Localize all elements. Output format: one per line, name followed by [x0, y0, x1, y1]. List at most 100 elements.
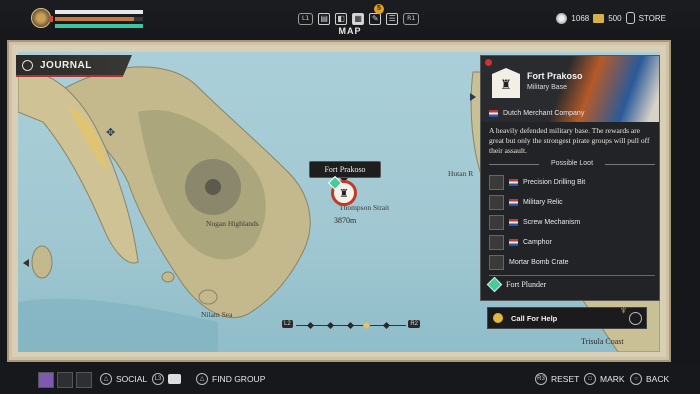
store-button[interactable]: STORE — [639, 14, 666, 23]
layer-next-button[interactable]: R2 — [408, 320, 420, 328]
square-button-icon: □ — [584, 373, 596, 385]
location-description: A heavily defended military base. The re… — [489, 126, 650, 155]
silver-coin-icon — [556, 12, 568, 24]
panel-header: ♜ Fort Prakoso Military Base Dutch Merch… — [481, 56, 659, 122]
screw-icon — [489, 214, 504, 230]
tab-prev-button[interactable]: L1 — [298, 13, 314, 25]
gold-amount: 500 — [608, 13, 622, 23]
location-title: Fort Prakoso — [527, 71, 583, 81]
distance-readout: 3870m — [334, 216, 357, 225]
tab-inventory-icon[interactable]: ▤ — [318, 13, 331, 25]
drill-bit-icon — [489, 174, 504, 190]
location-info-panel: ♜ Fort Prakoso Military Base Dutch Merch… — [480, 55, 660, 301]
pin-icon[interactable] — [485, 59, 492, 66]
slider-step[interactable] — [326, 321, 335, 330]
chat-button[interactable]: L3 — [152, 373, 181, 385]
plunder-row: Fort Plunder — [486, 276, 547, 293]
reset-label: RESET — [551, 374, 580, 384]
health-bar-fill — [55, 10, 143, 14]
social-label: SOCIAL — [116, 374, 148, 384]
page-title: MAP — [338, 26, 362, 36]
loot-name: Military Relic — [523, 198, 563, 206]
dutch-flag-icon — [489, 110, 498, 117]
tab-map-icon[interactable]: ▦ — [352, 13, 365, 25]
journal-icon — [22, 60, 33, 71]
social-button[interactable]: △ SOCIAL — [100, 373, 147, 385]
relic-icon — [489, 194, 504, 210]
faction-name: Dutch Merchant Company — [503, 110, 585, 117]
map-label-nilam-sea: Nilam Sea — [201, 310, 233, 319]
silver-amount: 1068 — [571, 13, 590, 23]
stamina-bar-fill — [55, 17, 135, 21]
reset-button[interactable]: R3 RESET — [535, 373, 579, 385]
military-base-icon: ♜ — [492, 68, 520, 98]
map-layer-slider[interactable]: L2 R2 — [282, 320, 420, 332]
divider — [489, 275, 655, 276]
empty-party-slot[interactable] — [57, 372, 73, 388]
back-button[interactable]: ○ BACK — [630, 373, 669, 385]
fort-tooltip: Fort Prakoso — [309, 161, 381, 182]
stamina-bar — [49, 16, 143, 22]
map-label-trisula-coast: Trisula Coast — [581, 337, 624, 346]
layer-prev-button[interactable]: L2 — [282, 320, 293, 328]
player-avatar — [38, 372, 54, 388]
find-group-button[interactable]: △ FIND GROUP — [196, 373, 265, 385]
loot-item[interactable]: Military Relic — [489, 192, 655, 212]
l3-button-icon: L3 — [152, 373, 164, 385]
confirm-button-icon[interactable] — [629, 312, 642, 325]
triangle-button-icon: △ — [196, 373, 208, 385]
loot-item[interactable]: Camphor — [489, 232, 655, 252]
circle-button-icon: ○ — [630, 373, 642, 385]
stamina-marker — [49, 16, 53, 22]
call-for-help-label: Call For Help — [511, 314, 558, 323]
loot-item[interactable]: Mortar Bomb Crate — [489, 252, 655, 272]
dutch-flag-icon — [509, 218, 518, 226]
islet-south — [198, 289, 218, 305]
journal-tab[interactable]: JOURNAL — [16, 55, 132, 77]
health-bar — [55, 10, 143, 14]
fort-icon: ♜ — [339, 188, 349, 200]
tab-codex-icon[interactable]: ☰ — [386, 13, 399, 25]
location-type: Military Base — [527, 84, 568, 91]
faction-row: Dutch Merchant Company — [489, 110, 584, 117]
gold-bar-icon — [593, 13, 605, 23]
find-group-label: FIND GROUP — [212, 374, 266, 384]
flare-icon — [493, 313, 503, 323]
map-label-hutan: Hutan R — [448, 169, 474, 178]
slider-step[interactable] — [382, 321, 391, 330]
loot-list: Precision Drilling Bit Military Relic Sc… — [489, 172, 655, 272]
mark-label: MARK — [600, 374, 625, 384]
store-icon — [625, 12, 635, 24]
slider-step-active[interactable] — [362, 321, 371, 330]
currency-display: 1068 500 STORE — [556, 12, 666, 24]
tab-next-button[interactable]: R1 — [403, 13, 420, 25]
camphor-icon — [489, 234, 504, 250]
party-slots — [38, 372, 92, 388]
plunder-icon — [486, 276, 503, 293]
journal-label: JOURNAL — [40, 60, 92, 71]
loot-name: Camphor — [523, 238, 552, 246]
deep-water — [18, 298, 218, 352]
crate-icon — [489, 254, 504, 270]
islet-west — [31, 245, 53, 279]
loot-item[interactable]: Screw Mechanism — [489, 212, 655, 232]
compass-marker-icon[interactable]: ✥ — [106, 126, 115, 139]
tab-contracts-icon[interactable]: ✎ — [369, 13, 382, 25]
triangle-button-icon: △ — [100, 373, 112, 385]
dutch-flag-icon — [509, 198, 518, 206]
empty-party-slot[interactable] — [76, 372, 92, 388]
loot-item[interactable]: Precision Drilling Bit — [489, 172, 655, 192]
notification-badge: 5 — [374, 4, 384, 14]
slider-step[interactable] — [346, 321, 355, 330]
mark-button[interactable]: □ MARK — [584, 373, 625, 385]
dutch-flag-icon — [509, 178, 518, 186]
plunder-label: Fort Plunder — [506, 280, 547, 289]
loot-name: Screw Mechanism — [523, 218, 581, 226]
chat-icon — [168, 374, 181, 384]
slider-step[interactable] — [306, 321, 315, 330]
bottom-hud: △ SOCIAL L3 △ FIND GROUP R3 RESET □ MARK… — [0, 364, 700, 394]
r3-button-icon: R3 — [535, 373, 547, 385]
top-hud: L1 ▤ ◧ ▦ ✎ ☰ 5 R1 MAP 1068 500 STORE — [0, 0, 700, 40]
tab-equipment-icon[interactable]: ◧ — [335, 13, 348, 25]
loot-heading: Possible Loot — [489, 160, 655, 167]
